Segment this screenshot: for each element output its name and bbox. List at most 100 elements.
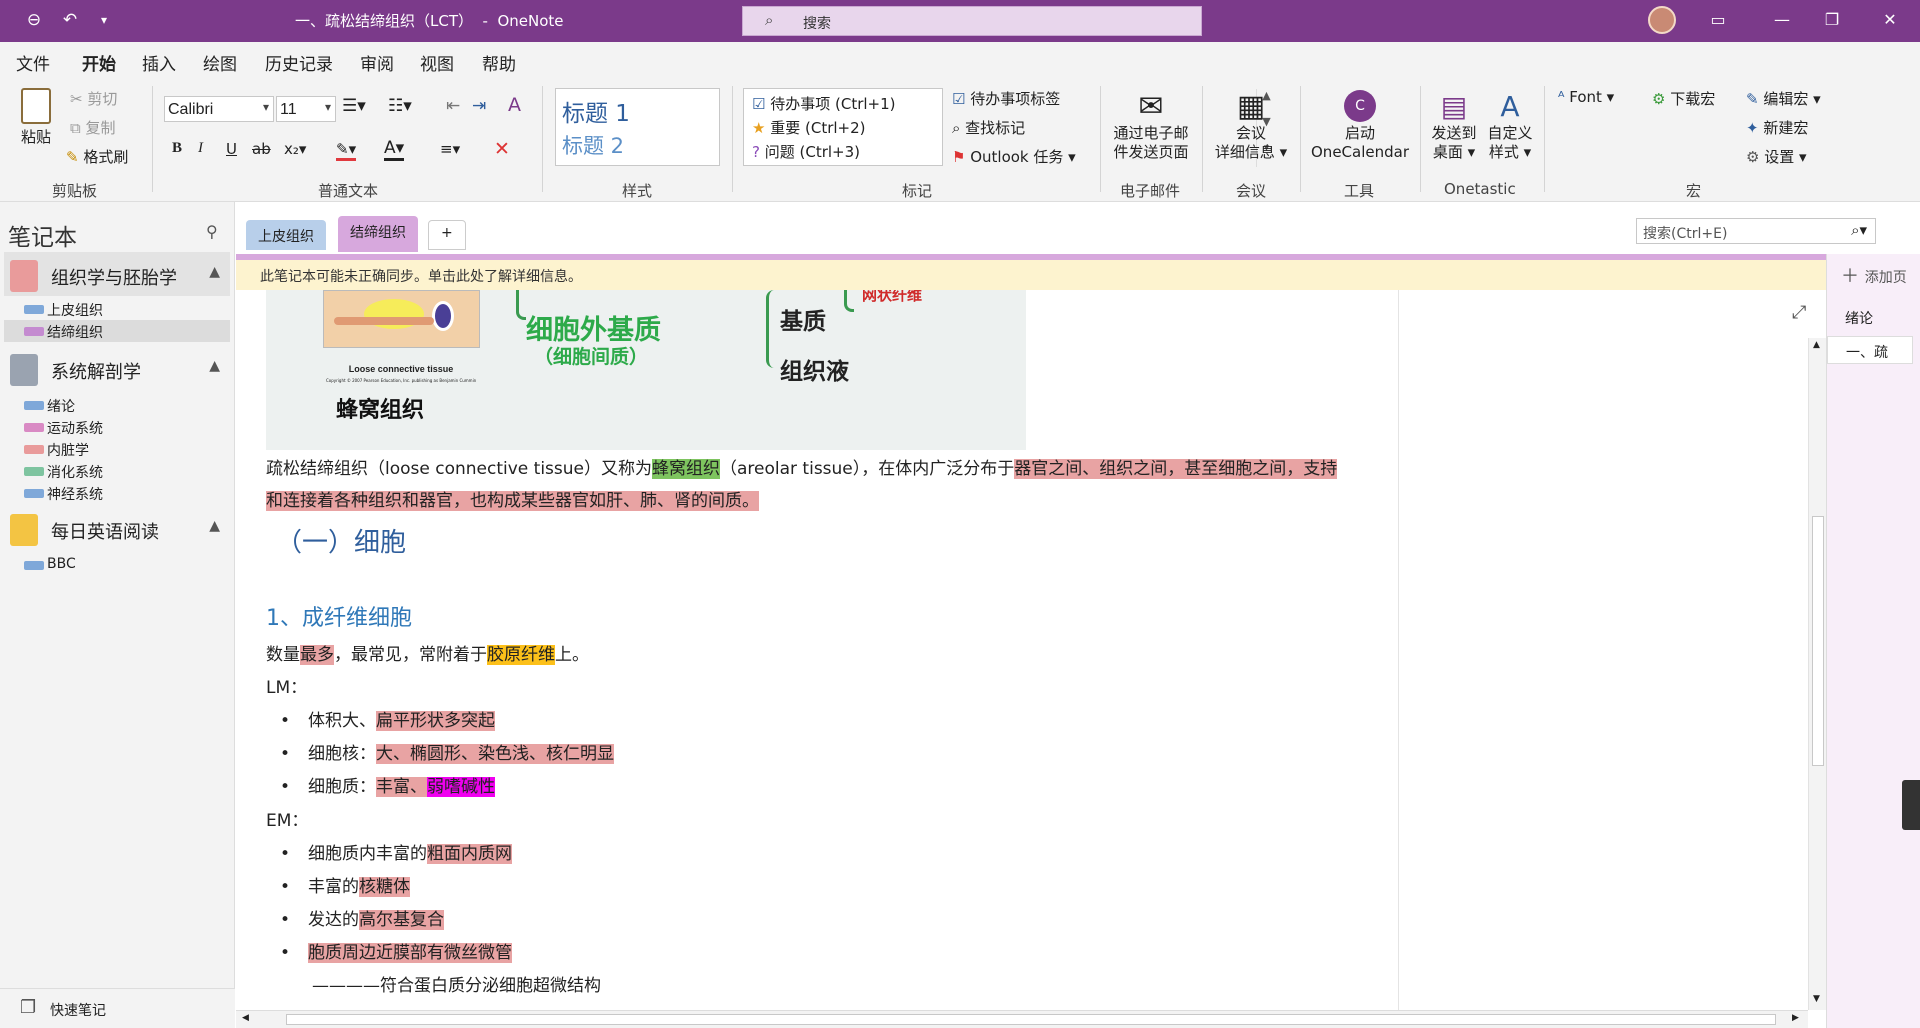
- section-item[interactable]: 消化系统: [4, 460, 230, 482]
- highlight-icon[interactable]: ✎▾: [336, 140, 357, 161]
- scroll-thumb[interactable]: [1812, 516, 1824, 766]
- paragraph[interactable]: EM：: [266, 806, 308, 831]
- bold-icon[interactable]: B: [172, 140, 182, 157]
- undo-icon[interactable]: ↶: [58, 8, 82, 32]
- tab-history[interactable]: 历史记录: [265, 50, 333, 75]
- ribbon-display-icon[interactable]: ▭: [1698, 8, 1738, 32]
- scroll-thumb[interactable]: [286, 1014, 1776, 1025]
- list-item[interactable]: • 细胞质内丰富的粗面内质网: [266, 839, 513, 864]
- paragraph[interactable]: LM：: [266, 673, 307, 698]
- outlook-task-button[interactable]: ⚑ Outlook 任务 ▾: [952, 146, 1076, 167]
- page-item[interactable]: 绪论: [1827, 302, 1920, 330]
- find-tags-button[interactable]: ⌕ 查找标记: [952, 117, 1025, 138]
- paragraph[interactable]: ————符合蛋白质分泌细胞超微结构: [312, 971, 601, 996]
- download-macro-button[interactable]: ⚙ 下载宏: [1652, 88, 1715, 109]
- close-icon[interactable]: ✕: [1870, 8, 1910, 32]
- add-page-button[interactable]: ＋ 添加页: [1841, 262, 1907, 288]
- numbering-icon[interactable]: ☷▾: [388, 96, 412, 116]
- tags-gallery[interactable]: ☑ 待办事项 (Ctrl+1) ★ 重要 (Ctrl+2) ? 问题 (Ctrl…: [743, 88, 943, 166]
- heading-1[interactable]: （一）细胞: [276, 522, 406, 559]
- decrease-indent-icon[interactable]: ⇤: [446, 96, 460, 116]
- email-page-button[interactable]: ✉ 通过电子邮 件发送页面: [1108, 90, 1194, 162]
- italic-icon[interactable]: I: [198, 140, 203, 157]
- todo-tag-button[interactable]: ☑ 待办事项标签: [952, 88, 1060, 109]
- maximize-icon[interactable]: ❐: [1812, 8, 1852, 32]
- customize-qat-icon[interactable]: ▾: [92, 8, 116, 32]
- onecalendar-button[interactable]: C 启动 OneCalendar: [1306, 90, 1414, 162]
- page-canvas[interactable]: ⤢ Loose connective tissue Copyright © 20…: [236, 290, 1808, 1012]
- clear-icon[interactable]: ✕: [494, 138, 510, 160]
- list-item[interactable]: • 细胞核：大、椭圆形、染色浅、核仁明显: [266, 739, 615, 764]
- new-macro-button[interactable]: ✦ 新建宏: [1746, 117, 1808, 138]
- vertical-scrollbar[interactable]: ▲ ▼: [1808, 338, 1826, 1010]
- font-name-field[interactable]: Calibri ▾: [164, 96, 274, 122]
- settings-button[interactable]: ⚙ 设置 ▾: [1746, 146, 1807, 167]
- align-icon[interactable]: ≡▾: [440, 140, 460, 158]
- format-painter-button[interactable]: ✎ 格式刷: [66, 146, 128, 167]
- horizontal-scrollbar[interactable]: ◀ ▶: [236, 1010, 1808, 1028]
- figure-image[interactable]: Loose connective tissue Copyright © 2007…: [266, 290, 1026, 450]
- tab-help[interactable]: 帮助: [482, 50, 516, 75]
- scroll-left-icon[interactable]: ◀: [242, 1013, 249, 1023]
- cut-button[interactable]: ✂ 剪切: [70, 88, 117, 109]
- section-item[interactable]: 上皮组织: [4, 298, 230, 320]
- font-macro-button[interactable]: ᴬ Font ▾: [1558, 88, 1614, 106]
- font-size-field[interactable]: 11 ▾: [276, 96, 336, 122]
- list-item[interactable]: • 细胞质：丰富、弱嗜碱性: [266, 772, 496, 797]
- subscript-icon[interactable]: x₂▾: [284, 140, 306, 158]
- heading-2[interactable]: 1、成纤维细胞: [266, 600, 412, 632]
- back-icon[interactable]: ⊖: [22, 8, 46, 32]
- underline-icon[interactable]: U: [226, 140, 237, 158]
- tab-view[interactable]: 视图: [420, 50, 454, 75]
- tab-section-connective[interactable]: 结缔组织: [338, 216, 418, 252]
- tab-insert[interactable]: 插入: [142, 50, 176, 75]
- paste-button[interactable]: 粘贴: [16, 88, 56, 147]
- chevron-up-icon[interactable]: ▲: [209, 264, 220, 280]
- list-item[interactable]: • 体积大、扁平形状多突起: [266, 706, 496, 731]
- paragraph[interactable]: 和连接着各种组织和器官，也构成某些器官如肝、肺、肾的间质。: [266, 486, 763, 511]
- section-item[interactable]: 内脏学: [4, 438, 230, 460]
- scroll-up-icon[interactable]: ▲: [1813, 340, 1820, 350]
- style-heading-1[interactable]: 标题 1: [562, 94, 630, 128]
- page-item[interactable]: 一、疏: [1827, 336, 1913, 364]
- bullets-icon[interactable]: ☰▾: [342, 96, 366, 116]
- scroll-down-icon[interactable]: ▼: [1813, 994, 1820, 1004]
- list-item[interactable]: • 丰富的核糖体: [266, 872, 411, 897]
- section-item[interactable]: BBC: [4, 554, 230, 576]
- style-heading-2[interactable]: 标题 2: [562, 130, 624, 160]
- tag-question[interactable]: ? 问题 (Ctrl+3): [752, 141, 860, 162]
- tag-todo[interactable]: ☑ 待办事项 (Ctrl+1): [752, 93, 896, 114]
- expand-icon[interactable]: ⤢: [1792, 302, 1806, 323]
- copy-button[interactable]: ⧉ 复制: [70, 117, 116, 138]
- list-item[interactable]: • 发达的高尔基复合: [266, 905, 445, 930]
- scroll-right-icon[interactable]: ▶: [1792, 1013, 1799, 1023]
- paragraph[interactable]: 疏松结缔组织（loose connective tissue）又称为蜂窝组织（a…: [266, 454, 1338, 479]
- add-section-button[interactable]: +: [428, 220, 466, 250]
- send-to-desktop-button[interactable]: ▤ 发送到 桌面 ▾: [1426, 90, 1482, 162]
- section-item[interactable]: 绪论: [4, 394, 230, 416]
- side-handle[interactable]: [1902, 780, 1920, 830]
- chevron-up-icon[interactable]: ▲: [209, 358, 220, 374]
- chevron-up-icon[interactable]: ▲: [209, 518, 220, 534]
- increase-indent-icon[interactable]: ⇥: [472, 96, 486, 116]
- avatar[interactable]: [1648, 6, 1676, 34]
- notebook-item[interactable]: 组织学与胚胎学 ▲: [4, 252, 230, 296]
- search-box[interactable]: ⌕ 搜索: [742, 6, 1202, 36]
- section-item[interactable]: 结缔组织: [4, 320, 230, 342]
- pin-icon[interactable]: ⚲: [206, 222, 218, 241]
- notebook-item[interactable]: 每日英语阅读 ▲: [4, 506, 230, 550]
- clear-format-icon[interactable]: A: [508, 94, 521, 116]
- list-item[interactable]: • 胞质周边近膜部有微丝微管: [266, 938, 513, 963]
- tab-home[interactable]: 开始: [82, 50, 116, 82]
- meeting-details-button[interactable]: ▦ 会议 详细信息 ▾: [1210, 90, 1292, 162]
- tab-draw[interactable]: 绘图: [203, 50, 237, 75]
- styles-gallery[interactable]: 标题 1 标题 2 ▲ ▼ ▾: [555, 88, 1271, 167]
- notebook-item[interactable]: 系统解剖学 ▲: [4, 346, 230, 390]
- quick-notes-button[interactable]: ❐ 快速笔记: [0, 988, 235, 1028]
- tab-section-epithelium[interactable]: 上皮组织: [246, 220, 326, 250]
- paragraph[interactable]: 数量最多，最常见，常附着于胶原纤维上。: [266, 640, 589, 665]
- minimize-icon[interactable]: —: [1762, 8, 1802, 32]
- section-item[interactable]: 运动系统: [4, 416, 230, 438]
- sync-warning-bar[interactable]: 此笔记本可能未正确同步。单击此处了解详细信息。: [236, 254, 1826, 290]
- custom-style-button[interactable]: A 自定义 样式 ▾: [1482, 90, 1538, 162]
